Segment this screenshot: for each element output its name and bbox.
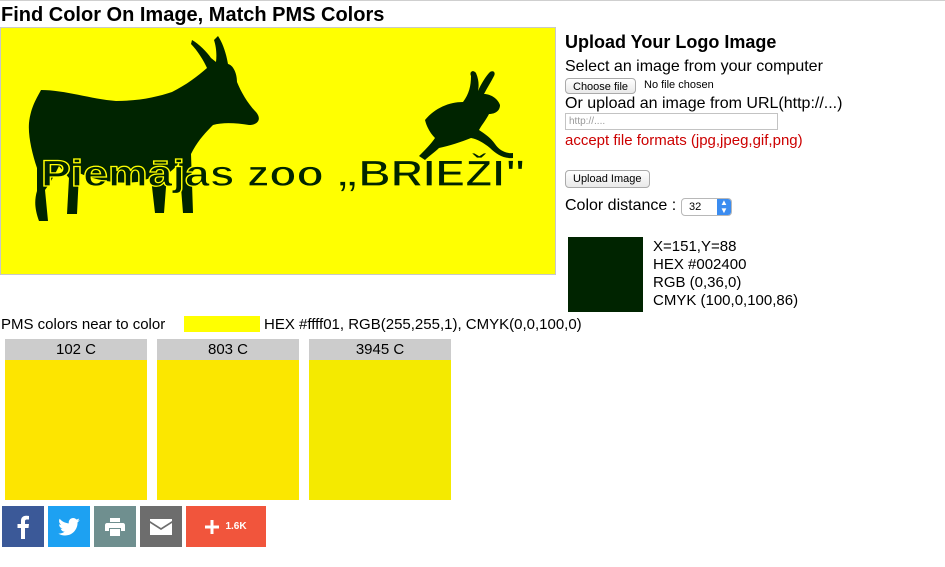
- email-icon: [150, 518, 172, 535]
- pms-name: 102 C: [5, 339, 147, 360]
- email-share-button[interactable]: [140, 506, 182, 547]
- pms-name: 3945 C: [309, 339, 451, 360]
- image-url-input[interactable]: http://....: [565, 113, 778, 130]
- color-distance-label: Color distance :: [565, 197, 677, 214]
- share-count: 1.6K: [225, 521, 247, 532]
- print-icon: [105, 517, 125, 536]
- pms-color-swatch: [5, 360, 147, 500]
- near-color-swatch: [184, 316, 260, 332]
- picked-color-swatch: [568, 237, 643, 312]
- choose-file-button[interactable]: Choose file: [565, 78, 637, 94]
- upload-heading: Upload Your Logo Image: [565, 32, 777, 52]
- picked-rgb: RGB (0,36,0): [653, 274, 742, 291]
- twitter-icon: [58, 517, 80, 535]
- near-color-values: HEX #ffff01, RGB(255,255,1), CMYK(0,0,10…: [264, 316, 582, 333]
- picked-cmyk: CMYK (100,0,100,86): [653, 292, 799, 309]
- pms-color-swatch: [157, 360, 299, 500]
- color-distance-value: 32: [689, 201, 702, 213]
- pms-color-swatch: [309, 360, 451, 500]
- picked-coords: X=151,Y=88: [653, 238, 737, 255]
- picked-hex: HEX #002400: [653, 256, 747, 273]
- facebook-share-button[interactable]: [2, 506, 44, 547]
- logo-text: Piemājas zoo „BRIEŽI": [41, 152, 526, 194]
- facebook-icon: [17, 515, 29, 539]
- plus-icon: [205, 519, 220, 534]
- print-button[interactable]: [94, 506, 136, 547]
- color-distance-select[interactable]: 32 ▲ ▼: [681, 198, 732, 216]
- page-title: Find Color On Image, Match PMS Colors: [1, 4, 385, 26]
- logo-artwork: Piemājas zoo „BRIEŽI": [28, 36, 527, 221]
- logo-image[interactable]: Piemājas zoo „BRIEŽI": [0, 27, 556, 275]
- pms-name: 803 C: [157, 339, 299, 360]
- more-share-button[interactable]: 1.6K: [186, 506, 266, 547]
- pms-card[interactable]: 3945 C: [309, 339, 451, 500]
- select-image-text: Select an image from your computer: [565, 58, 823, 75]
- url-upload-text: Or upload an image from URL(http://...): [565, 95, 843, 112]
- top-divider: [0, 0, 945, 1]
- pms-card[interactable]: 102 C: [5, 339, 147, 500]
- accepted-formats-note: accept file formats (jpg,jpeg,gif,png): [565, 132, 803, 149]
- near-color-label: PMS colors near to color: [1, 316, 166, 333]
- select-arrows-icon: ▲ ▼: [717, 199, 731, 215]
- upload-image-button[interactable]: Upload Image: [565, 170, 650, 188]
- pms-card[interactable]: 803 C: [157, 339, 299, 500]
- picked-color-info: X=151,Y=88 HEX #002400 RGB (0,36,0) CMYK…: [653, 238, 798, 310]
- twitter-share-button[interactable]: [48, 506, 90, 547]
- no-file-chosen-label: No file chosen: [644, 79, 714, 91]
- rabbit-silhouette: [419, 71, 513, 160]
